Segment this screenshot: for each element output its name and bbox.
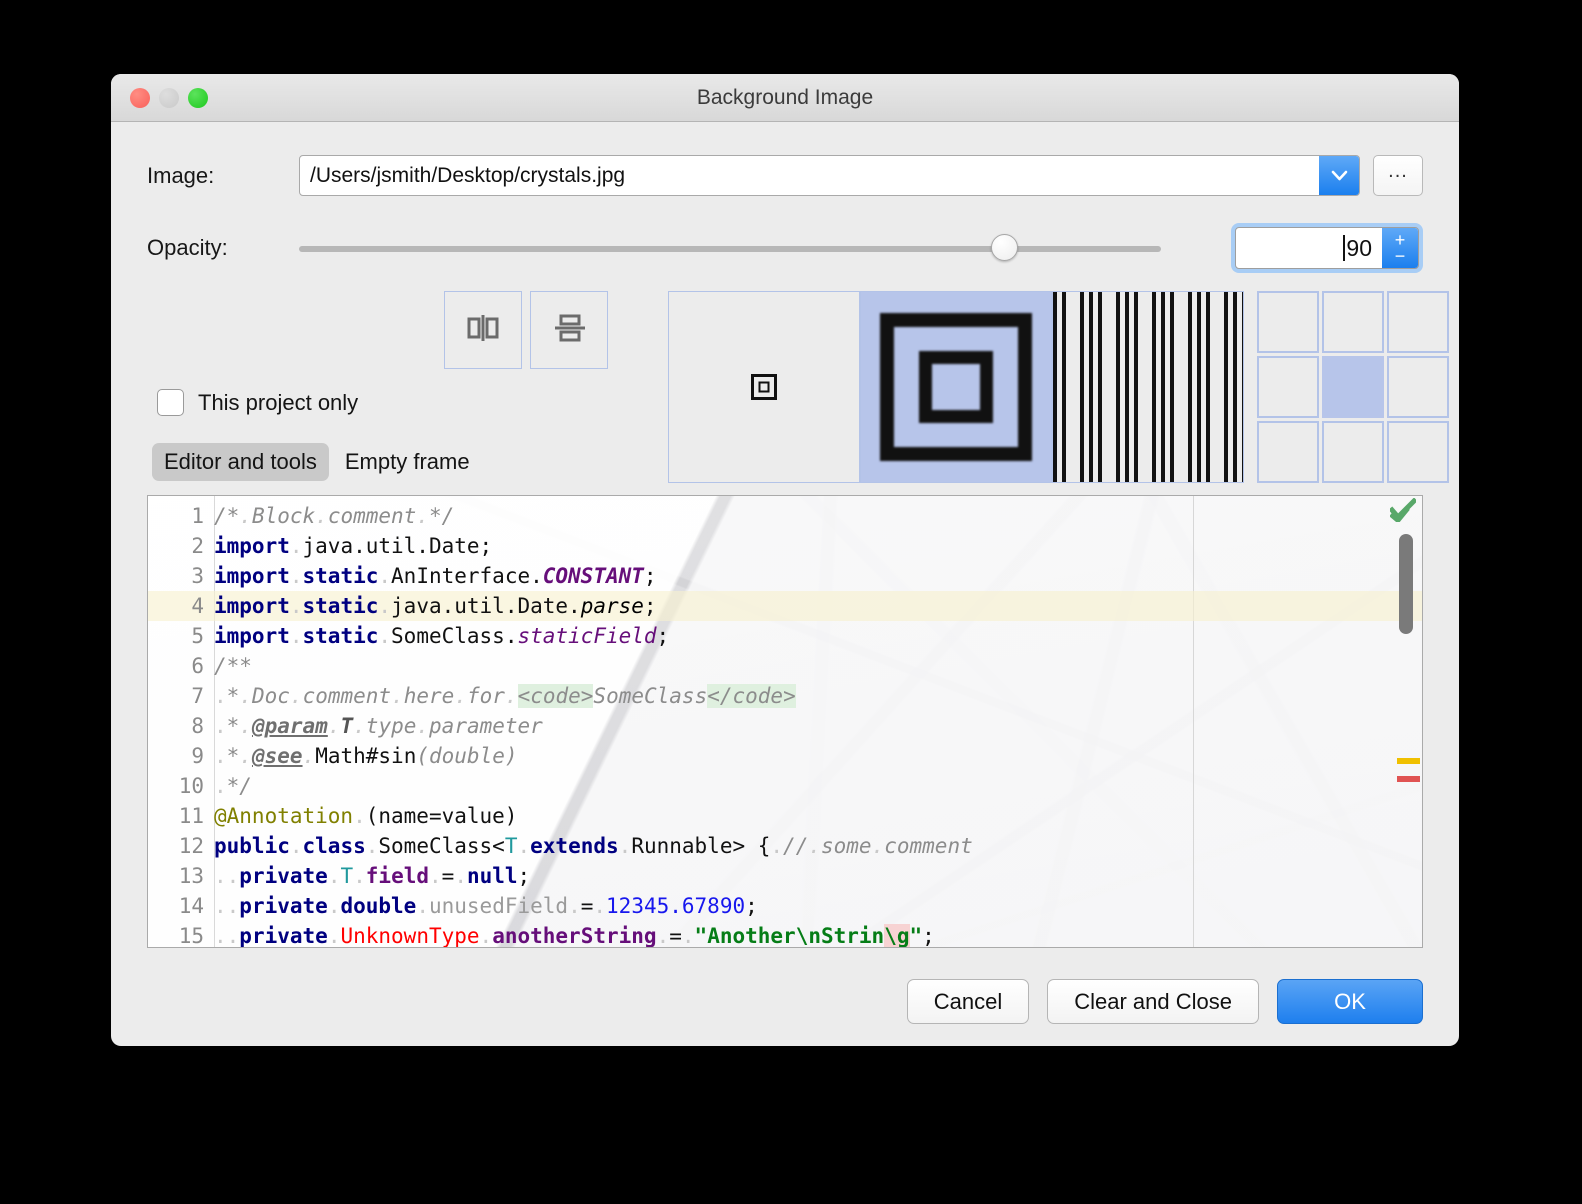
cancel-button[interactable]: Cancel <box>907 979 1029 1024</box>
chevron-down-icon[interactable] <box>1319 156 1359 195</box>
code-line: 7.*.Doc.comment.here.for.<code>SomeClass… <box>148 681 1422 711</box>
line-number: 5 <box>148 621 204 651</box>
line-number: 10 <box>148 771 204 801</box>
browse-button[interactable]: ... <box>1373 155 1423 196</box>
warning-marker[interactable] <box>1397 758 1420 764</box>
opacity-slider[interactable] <box>299 231 1203 265</box>
line-number: 8 <box>148 711 204 741</box>
tab-editor-and-tools[interactable]: Editor and tools <box>152 443 329 481</box>
green-check-icon[interactable] <box>1390 498 1416 527</box>
flip-vertical-button[interactable] <box>530 291 608 369</box>
opacity-row: Opacity: 90 + − <box>147 223 1423 273</box>
fill-mode-tile-button[interactable] <box>1052 291 1244 483</box>
code-line: 3import.static.AnInterface.CONSTANT; <box>148 561 1422 591</box>
fill-mode-center-button[interactable] <box>668 291 860 483</box>
opacity-label: Opacity: <box>147 235 299 261</box>
line-number: 13 <box>148 861 204 891</box>
code-line: 10.*/ <box>148 771 1422 801</box>
code-line: 5import.static.SomeClass.staticField; <box>148 621 1422 651</box>
code-line: 6/** <box>148 651 1422 681</box>
ok-button[interactable]: OK <box>1277 979 1423 1024</box>
code-line: 8.*.@param.T.type.parameter <box>148 711 1422 741</box>
line-number: 12 <box>148 831 204 861</box>
opacity-stepper[interactable]: + − <box>1382 228 1418 268</box>
opacity-value-field[interactable]: 90 <box>1236 228 1382 268</box>
image-row: Image: ... <box>147 155 1423 196</box>
page-title: Background Image <box>111 86 1459 110</box>
line-number: 1 <box>148 501 204 531</box>
tiled-pattern-icon <box>1053 292 1243 482</box>
line-number: 3 <box>148 561 204 591</box>
error-marker[interactable] <box>1397 776 1420 782</box>
opacity-spinner-focus-ring: 90 + − <box>1231 223 1423 273</box>
line-number: 9 <box>148 741 204 771</box>
opacity-spinner[interactable]: 90 + − <box>1235 227 1419 269</box>
slider-thumb[interactable] <box>991 234 1018 261</box>
this-project-only-checkbox[interactable] <box>157 389 184 416</box>
anchor-cell-bottom-right[interactable] <box>1387 421 1449 483</box>
flip-button-group <box>444 291 608 369</box>
editor-scrollbar[interactable] <box>1390 496 1422 947</box>
background-image-dialog: Background Image Image: ... Opacity: <box>111 74 1459 1046</box>
dialog-footer: Cancel Clear and Close OK <box>907 979 1423 1024</box>
code-line: 14..private.double.unusedField.=.12345.6… <box>148 891 1422 921</box>
opacity-value: 90 <box>1346 235 1372 262</box>
code-line: 2import.java.util.Date; <box>148 531 1422 561</box>
image-path-combobox[interactable] <box>299 155 1360 196</box>
image-label: Image: <box>147 163 299 189</box>
line-number: 2 <box>148 531 204 561</box>
anchor-cell-middle-center[interactable] <box>1322 356 1384 418</box>
anchor-cell-middle-right[interactable] <box>1387 356 1449 418</box>
clear-and-close-button[interactable]: Clear and Close <box>1047 979 1259 1024</box>
scope-tabs: Editor and tools Empty frame <box>152 443 482 481</box>
line-number: 11 <box>148 801 204 831</box>
text-caret <box>1343 235 1345 261</box>
fill-mode-group <box>668 291 1244 483</box>
anchor-cell-top-center[interactable] <box>1322 291 1384 353</box>
flip-vertical-icon <box>552 313 586 348</box>
code-line: 11@Annotation.(name=value) <box>148 801 1422 831</box>
line-number: 14 <box>148 891 204 921</box>
anchor-position-grid <box>1257 291 1449 483</box>
code-line: 1/*.Block.comment.*/ <box>148 501 1422 531</box>
editor-preview: 1/*.Block.comment.*/ 2import.java.util.D… <box>147 495 1423 948</box>
flip-horizontal-button[interactable] <box>444 291 522 369</box>
code-line: 15..private.UnknownType.anotherString.=.… <box>148 921 1422 948</box>
line-number: 6 <box>148 651 204 681</box>
anchor-cell-bottom-left[interactable] <box>1257 421 1319 483</box>
dialog-body: Image: ... Opacity: 90 <box>111 155 1459 948</box>
anchor-cell-middle-left[interactable] <box>1257 356 1319 418</box>
this-project-only-label: This project only <box>198 390 358 416</box>
line-number: 15 <box>148 921 204 948</box>
code-line: 9.*.@see.Math#sin(double) <box>148 741 1422 771</box>
scrollbar-thumb[interactable] <box>1399 534 1413 634</box>
flip-horizontal-icon <box>466 313 500 348</box>
anchor-cell-top-left[interactable] <box>1257 291 1319 353</box>
code-line: 13..private.T.field.=.null; <box>148 861 1422 891</box>
image-path-input[interactable] <box>300 156 1319 195</box>
slider-track[interactable] <box>299 246 1161 252</box>
anchor-cell-top-right[interactable] <box>1387 291 1449 353</box>
this-project-only-row[interactable]: This project only <box>157 389 358 416</box>
controls-band: This project only Editor and tools Empty… <box>147 291 1423 491</box>
anchor-cell-bottom-center[interactable] <box>1322 421 1384 483</box>
fill-mode-scale-button[interactable] <box>860 291 1052 483</box>
window-titlebar: Background Image <box>111 74 1459 122</box>
code-line: 4import.static.java.util.Date.parse; <box>148 591 1422 621</box>
stepper-decrement[interactable]: − <box>1395 248 1406 264</box>
tab-empty-frame[interactable]: Empty frame <box>333 443 482 481</box>
line-number: 4 <box>148 591 204 621</box>
code-lines: 1/*.Block.comment.*/ 2import.java.util.D… <box>148 496 1422 947</box>
line-number: 7 <box>148 681 204 711</box>
code-line: 12public.class.SomeClass<T.extends.Runna… <box>148 831 1422 861</box>
